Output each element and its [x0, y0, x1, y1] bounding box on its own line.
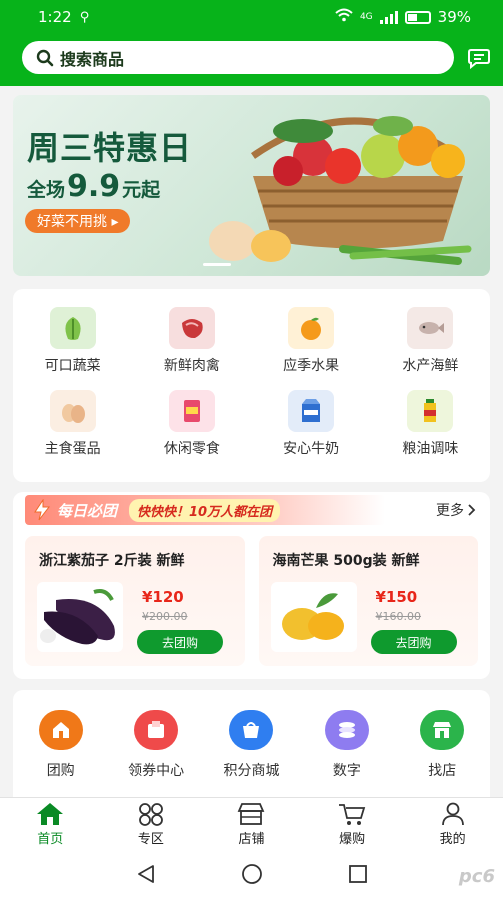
wifi-icon	[335, 8, 353, 26]
product-original-price: ¥160.00	[375, 610, 422, 623]
back-icon[interactable]	[135, 863, 157, 885]
service-group-buy[interactable]: 团购	[16, 710, 106, 800]
service-points-mall[interactable]: 积分商城	[206, 710, 296, 800]
cart-icon	[339, 804, 366, 825]
profile-icon	[441, 802, 464, 826]
coupon-icon	[134, 710, 179, 750]
product-name: 浙江紫茄子 2斤装 新鲜	[39, 553, 185, 569]
group-buy-title: 每日必团	[57, 501, 118, 520]
banner-indicator	[203, 263, 231, 266]
service-digital[interactable]: 数字	[302, 710, 392, 800]
chevron-right-icon	[468, 504, 476, 516]
group-buy-button[interactable]: 去团购	[137, 630, 223, 654]
search-icon	[36, 49, 54, 66]
app-header: 1:22 ⚲ 4G 39% 搜索商品	[0, 0, 503, 86]
seafood-icon	[407, 307, 454, 349]
oil-icon	[407, 389, 454, 432]
group-buy-slogan: 快快快！10万人都在团	[129, 498, 281, 522]
vegetable-icon	[49, 307, 96, 349]
tab-zone[interactable]: 专区	[101, 798, 202, 851]
product-price: ¥120	[142, 588, 184, 606]
fruit-basket-image	[209, 116, 472, 265]
lightning-icon	[34, 499, 51, 521]
network-label: 4G	[359, 12, 373, 22]
promo-banner[interactable]: 周三特惠日 全场 9.9 元起 好菜不用挑 ▸	[13, 95, 490, 276]
service-shortcuts: 团购 领券中心 积分商城 数字 找店	[13, 690, 490, 800]
message-icon	[467, 48, 490, 69]
eggplant-icon	[37, 582, 123, 652]
group-buy-button[interactable]: 去团购	[370, 630, 457, 654]
battery-level: 39%	[437, 8, 471, 26]
egg-icon	[49, 389, 96, 432]
zone-icon	[138, 803, 163, 826]
banner-title: 周三特惠日	[27, 129, 193, 167]
category-grid: 可口蔬菜 新鲜肉禽 应季水果 水产海鲜 主食蛋品 休闲零食 安心牛奶 粮油调味	[13, 289, 490, 482]
category-meat[interactable]: 新鲜肉禽	[132, 307, 251, 390]
product-name: 海南芒果 500g装 新鲜	[272, 553, 420, 569]
product-price: ¥150	[375, 588, 418, 606]
digital-icon	[324, 710, 369, 750]
category-seafood[interactable]: 水产海鲜	[371, 307, 490, 390]
group-buy-more-link[interactable]: 更多	[436, 500, 476, 520]
category-vegetables[interactable]: 可口蔬菜	[13, 307, 132, 390]
category-eggs[interactable]: 主食蛋品	[13, 389, 132, 473]
points-mall-icon	[229, 710, 274, 750]
group-buy-icon	[38, 710, 83, 750]
category-fruit[interactable]: 应季水果	[252, 307, 371, 390]
recents-icon[interactable]	[347, 863, 369, 885]
banner-tag-button[interactable]: 好菜不用挑 ▸	[25, 209, 131, 233]
group-buy-card[interactable]: 海南芒果 500g装 新鲜 ¥150 ¥160.00 去团购	[258, 536, 478, 666]
message-button[interactable]	[466, 45, 491, 71]
mango-icon	[270, 582, 357, 652]
meat-icon	[168, 307, 215, 349]
watermark-text: pc6	[458, 866, 495, 887]
category-milk[interactable]: 安心牛奶	[252, 389, 371, 473]
system-navigation-bar	[0, 851, 503, 897]
battery-icon	[404, 10, 431, 24]
signal-icon	[379, 10, 398, 24]
milk-icon	[288, 389, 335, 432]
status-bar: 1:22 ⚲ 4G 39%	[0, 0, 503, 34]
tab-shop[interactable]: 店铺	[201, 798, 302, 851]
shop-icon	[238, 803, 265, 825]
tab-profile[interactable]: 我的	[402, 798, 503, 851]
group-buy-header: 每日必团 快快快！10万人都在团	[25, 495, 385, 525]
home-circle-icon[interactable]	[241, 863, 263, 885]
category-grain-oil[interactable]: 粮油调味	[371, 389, 490, 473]
fruit-icon	[288, 307, 335, 349]
product-original-price: ¥200.00	[142, 610, 188, 623]
home-icon	[37, 803, 64, 825]
store-finder-icon	[420, 710, 465, 750]
service-store-finder[interactable]: 找店	[397, 710, 487, 800]
tab-hot-deals[interactable]: 爆购	[302, 798, 403, 851]
search-input[interactable]: 搜索商品	[22, 41, 454, 74]
daily-group-buy-section: 每日必团 快快快！10万人都在团 更多 浙江紫茄子 2斤装 新鲜 ¥120 ¥2…	[13, 492, 490, 679]
service-coupon-center[interactable]: 领券中心	[111, 710, 201, 800]
search-placeholder: 搜索商品	[60, 49, 125, 69]
banner-subtitle: 全场 9.9 元起	[27, 169, 161, 204]
bottom-tab-bar: 首页 专区 店铺 爆购 我的	[0, 797, 503, 851]
usb-icon: ⚲	[79, 9, 90, 25]
tab-home[interactable]: 首页	[0, 798, 101, 851]
snack-icon	[168, 389, 215, 432]
group-buy-card[interactable]: 浙江紫茄子 2斤装 新鲜 ¥120 ¥200.00 去团购	[25, 536, 245, 666]
status-time: 1:22	[38, 8, 72, 26]
category-snacks[interactable]: 休闲零食	[132, 389, 251, 473]
